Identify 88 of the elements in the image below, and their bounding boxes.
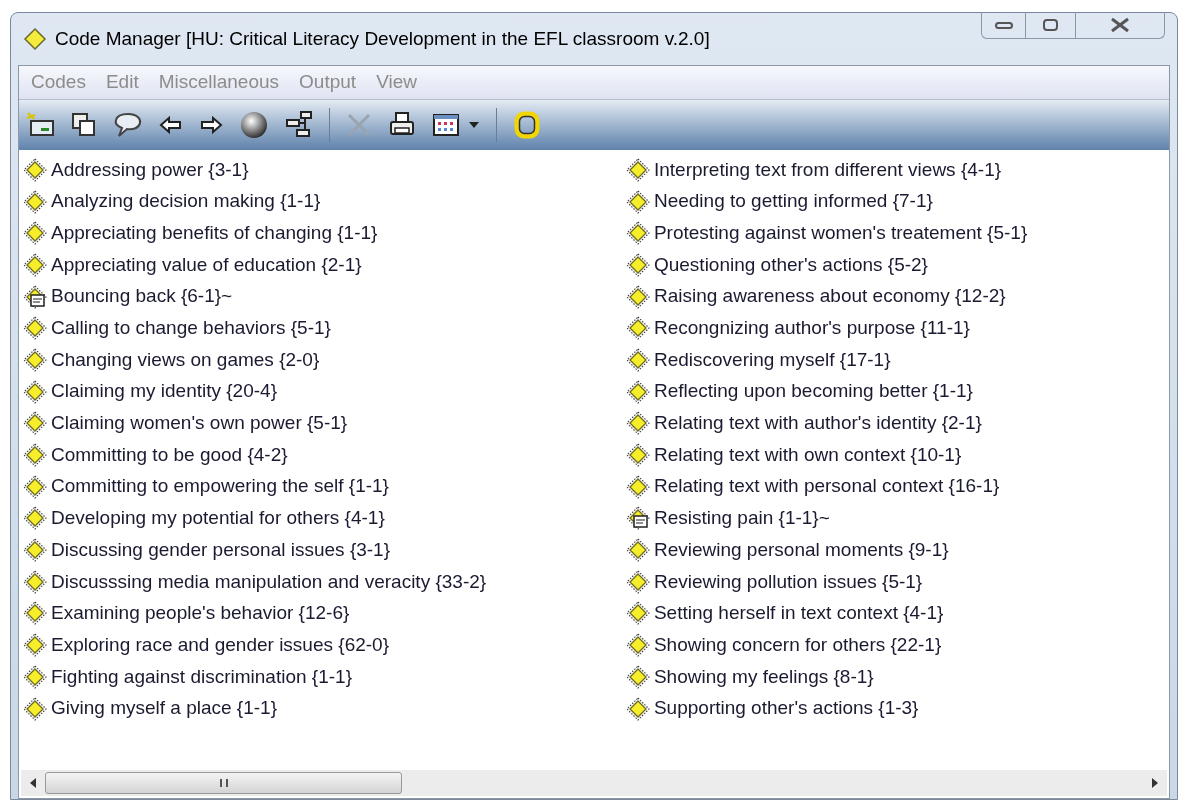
code-item[interactable]: Discussing gender personal issues {3-1}	[51, 535, 391, 565]
code-item[interactable]: Fighting against discrimination {1-1}	[51, 662, 352, 692]
code-icon	[625, 538, 650, 563]
code-item[interactable]: Committing to empowering the self {1-1}	[51, 472, 389, 501]
sphere-icon[interactable]	[239, 110, 269, 140]
code-icon	[23, 347, 47, 372]
code-icon	[23, 474, 47, 499]
code-item[interactable]: Showing my feelings {8-1}	[653, 662, 874, 692]
code-item[interactable]: Claiming women's own power {5-1}	[51, 409, 348, 438]
code-item[interactable]: Analyzing decision making {1-1}	[51, 187, 321, 216]
code-icon	[625, 569, 650, 594]
code-item[interactable]: Reviewing personal moments {9-1}	[653, 535, 949, 565]
code-item[interactable]: Reviewing pollution issues {5-1}	[653, 567, 923, 597]
ring-icon[interactable]	[513, 110, 541, 140]
copy-icon[interactable]	[71, 111, 97, 139]
code-item[interactable]: Claiming my identity {20-4}	[51, 377, 277, 406]
code-icon	[625, 601, 650, 626]
code-item[interactable]: Supporting other's actions {1-3}	[653, 694, 919, 723]
code-icon	[23, 157, 47, 182]
right-arrow-icon[interactable]	[199, 115, 223, 135]
code-item[interactable]: Setting herself in text context {4-1}	[653, 599, 944, 628]
scrollbar-thumb[interactable]	[45, 772, 402, 794]
code-icon	[625, 633, 650, 658]
code-icon	[23, 538, 47, 563]
code-item[interactable]: Discusssing media manipulation and veracity {33-2}	[51, 567, 487, 597]
code-item[interactable]: Giving myself a place {1-1}	[51, 694, 277, 723]
code-item[interactable]: Appreciating benefits of changing {1-1}	[51, 218, 378, 248]
code-item[interactable]: Addressing power {3-1}	[51, 155, 249, 185]
code-icon	[23, 189, 47, 214]
code-icon	[23, 696, 47, 721]
hierarchy-icon[interactable]	[285, 110, 313, 140]
code-item[interactable]: Bouncing back {6-1}~	[51, 282, 233, 311]
code-icon	[23, 27, 47, 51]
code-item[interactable]: Examining people's behavior {12-6}	[51, 599, 350, 628]
memo-code-icon	[23, 284, 47, 309]
code-icon	[625, 664, 650, 689]
code-item[interactable]: Interpreting text from different views {4-1}	[653, 155, 1002, 185]
code-item[interactable]: Rediscovering myself {17-1}	[653, 345, 891, 375]
calendar-icon[interactable]	[432, 112, 460, 138]
code-item[interactable]: Reflecting upon becoming better {1-1}	[653, 377, 973, 406]
close-icon	[1109, 17, 1131, 33]
code-icon	[23, 411, 47, 436]
code-icon	[625, 474, 650, 499]
code-icon	[625, 316, 650, 341]
code-item[interactable]: Appreciating value of education {2-1}	[51, 250, 362, 280]
code-item[interactable]: Committing to be good {4-2}	[51, 440, 288, 470]
code-item[interactable]: Questioning other's actions {5-2}	[653, 250, 928, 280]
code-item[interactable]: Exploring race and gender issues {62-0}	[51, 630, 389, 660]
memo-code-icon	[625, 506, 650, 531]
code-item[interactable]: Calling to change behaviors {5-1}	[51, 314, 331, 343]
code-item[interactable]: Relating text with own context {10-1}	[653, 440, 962, 470]
code-icon	[625, 221, 650, 246]
code-item[interactable]: Needing to getting informed {7-1}	[653, 187, 933, 216]
new-code-icon[interactable]	[25, 111, 55, 139]
window-title: Code Manager [HU: Critical Literacy Development in the EFL classroom v.2.0]	[55, 26, 710, 51]
speech-bubble-icon[interactable]	[113, 111, 143, 139]
code-icon	[23, 443, 47, 468]
scroll-left-icon[interactable]	[29, 777, 37, 789]
code-item[interactable]: Developing my potential for others {4-1}	[51, 504, 385, 533]
code-icon	[625, 157, 650, 182]
code-icon	[625, 443, 650, 468]
left-arrow-icon[interactable]	[159, 115, 183, 135]
code-icon	[625, 411, 650, 436]
code-icon	[23, 506, 47, 531]
scroll-right-icon[interactable]	[1151, 777, 1159, 789]
code-icon	[625, 252, 650, 277]
code-item[interactable]: Changing views on games {2-0}	[51, 345, 320, 375]
code-icon	[23, 569, 47, 594]
code-icon	[23, 601, 47, 626]
code-icon	[23, 664, 47, 689]
code-item[interactable]: Recongnizing author's purpose {11-1}	[653, 314, 970, 343]
code-icon	[625, 379, 650, 404]
code-icon	[625, 696, 650, 721]
code-icon	[625, 284, 650, 309]
code-item[interactable]: Raising awareness about economy {12-2}	[653, 282, 1006, 311]
code-icon	[23, 633, 47, 658]
code-icon	[625, 347, 650, 372]
code-item[interactable]: Resisting pain {1-1}~	[653, 504, 830, 533]
code-icon	[23, 221, 47, 246]
code-item[interactable]: Showing concern for others {22-1}	[653, 630, 942, 660]
code-item[interactable]: Relating text with personal context {16-1}	[653, 472, 1000, 501]
code-icon	[23, 379, 47, 404]
code-icon	[23, 252, 47, 277]
code-item[interactable]: Protesting against women's treatement {5-1}	[653, 218, 1028, 248]
code-icon	[23, 316, 47, 341]
code-icon	[625, 189, 650, 214]
caret-icon[interactable]	[468, 121, 480, 129]
code-item[interactable]: Relating text with author's identity {2-1}	[653, 409, 982, 438]
